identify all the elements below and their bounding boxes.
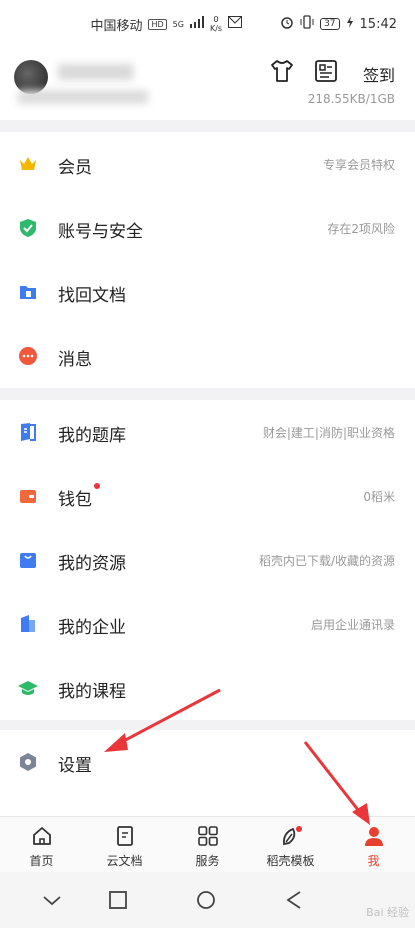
home-circle-icon[interactable] bbox=[194, 888, 218, 912]
profile-header: 218.55KB/1GB 签到 bbox=[0, 48, 415, 120]
hd-badge: HD bbox=[148, 18, 167, 30]
menu-item-label: 设置 bbox=[58, 756, 92, 776]
menu-item-question-bank[interactable]: 我的题库 财会|建工|消防|职业资格 bbox=[0, 400, 415, 464]
document-icon bbox=[116, 826, 133, 846]
menu-item-hint: 专享会员特权 bbox=[322, 158, 395, 172]
leaf-icon bbox=[282, 826, 302, 846]
menu-item-settings[interactable]: 设置 bbox=[0, 730, 415, 794]
shopping-bag-icon bbox=[20, 553, 36, 568]
signin-button[interactable]: 签到 bbox=[363, 62, 395, 86]
account-info-blurred bbox=[18, 90, 148, 104]
menu-item-label: 我的资源 bbox=[58, 554, 126, 574]
speed-indicator: 0 K/s bbox=[209, 15, 223, 33]
menu-item-recover-docs[interactable]: 找回文档 bbox=[0, 260, 415, 324]
menu-item-label: 我的企业 bbox=[58, 618, 126, 638]
tab-label: 首页 bbox=[29, 854, 54, 868]
chevron-down-icon[interactable] bbox=[40, 888, 64, 912]
menu-item-label: 会员 bbox=[58, 158, 92, 178]
vibrate-icon bbox=[300, 15, 314, 33]
menu-item-hint: 0稻米 bbox=[363, 490, 395, 504]
username-blurred bbox=[58, 64, 133, 80]
watermark: Bai 经验 bbox=[366, 906, 409, 919]
recent-apps-icon[interactable] bbox=[106, 888, 130, 912]
tshirt-icon[interactable] bbox=[269, 58, 295, 84]
building-icon bbox=[21, 615, 35, 632]
menu-item-label: 找回文档 bbox=[58, 286, 126, 306]
tab-templates[interactable]: 稻壳模板 bbox=[249, 817, 332, 873]
tab-cloud-docs[interactable]: 云文档 bbox=[83, 817, 166, 873]
menu-item-hint: 启用企业通讯录 bbox=[310, 618, 395, 632]
menu-item-label: 我的题库 bbox=[58, 426, 126, 446]
graduation-cap-icon bbox=[18, 681, 38, 695]
charging-icon bbox=[346, 16, 354, 32]
tab-services[interactable]: 服务 bbox=[166, 817, 249, 873]
tab-label: 服务 bbox=[195, 854, 220, 868]
profile-card-icon[interactable] bbox=[313, 58, 339, 84]
menu-item-label: 钱包 bbox=[58, 483, 100, 510]
tab-label: 我 bbox=[367, 854, 380, 868]
menu-item-my-resources[interactable]: 我的资源 稻壳内已下载/收藏的资源 bbox=[0, 528, 415, 592]
menu-item-wallet[interactable]: 钱包 0稻米 bbox=[0, 464, 415, 528]
person-icon bbox=[364, 827, 383, 846]
crown-icon bbox=[20, 157, 36, 170]
bottom-tab-bar: 首页 云文档 服务 稻壳模板 我 bbox=[0, 816, 415, 873]
back-icon[interactable] bbox=[282, 888, 306, 912]
menu-item-hint: 财会|建工|消防|职业资格 bbox=[262, 426, 395, 440]
tab-me[interactable]: 我 bbox=[332, 817, 415, 873]
signal-icon bbox=[189, 16, 204, 32]
wallet-icon bbox=[20, 490, 36, 503]
avatar[interactable] bbox=[14, 60, 48, 94]
menu-item-label: 消息 bbox=[58, 350, 92, 370]
menu-item-label: 账号与安全 bbox=[58, 222, 143, 242]
menu-item-vip[interactable]: 会员 专享会员特权 bbox=[0, 132, 415, 196]
menu-item-my-enterprise[interactable]: 我的企业 启用企业通讯录 bbox=[0, 592, 415, 656]
alarm-icon bbox=[280, 15, 294, 33]
menu-item-messages[interactable]: 消息 bbox=[0, 324, 415, 388]
menu-item-label: 我的课程 bbox=[58, 682, 126, 702]
menu-section-services: 我的题库 财会|建工|消防|职业资格 钱包 0稻米 我的资源 稻壳内已下载/收藏… bbox=[0, 400, 415, 720]
menu-section-account: 会员 专享会员特权 账号与安全 存在2项风险 找回文档 消息 bbox=[0, 132, 415, 388]
system-nav-bar: Bai 经验 bbox=[0, 872, 415, 928]
menu-item-my-courses[interactable]: 我的课程 bbox=[0, 656, 415, 720]
battery-indicator: 37 bbox=[320, 18, 340, 30]
mail-icon bbox=[228, 16, 243, 32]
folder-recover-icon bbox=[20, 286, 36, 299]
clock: 15:42 bbox=[359, 16, 397, 32]
tab-label: 云文档 bbox=[106, 854, 143, 868]
tab-home[interactable]: 首页 bbox=[0, 817, 83, 873]
notification-dot bbox=[94, 483, 100, 489]
home-icon bbox=[32, 827, 51, 845]
menu-item-account-security[interactable]: 账号与安全 存在2项风险 bbox=[0, 196, 415, 260]
book-icon bbox=[21, 423, 36, 441]
shield-icon bbox=[20, 219, 36, 237]
settings-hexagon-icon bbox=[20, 753, 36, 771]
message-icon bbox=[19, 347, 37, 365]
grid-icon bbox=[197, 826, 218, 846]
menu-item-hint: 存在2项风险 bbox=[327, 222, 395, 236]
carrier-label: 中国移动 bbox=[90, 18, 143, 34]
storage-usage: 218.55KB/1GB bbox=[307, 92, 395, 106]
tab-label: 稻壳模板 bbox=[266, 854, 315, 868]
status-bar: 中国移动 HD 5G 0 K/s 37 15:42 bbox=[0, 0, 415, 48]
network-label: 5G bbox=[172, 19, 184, 29]
menu-section-settings: 设置 bbox=[0, 730, 415, 816]
menu-item-hint: 稻壳内已下载/收藏的资源 bbox=[258, 554, 395, 568]
